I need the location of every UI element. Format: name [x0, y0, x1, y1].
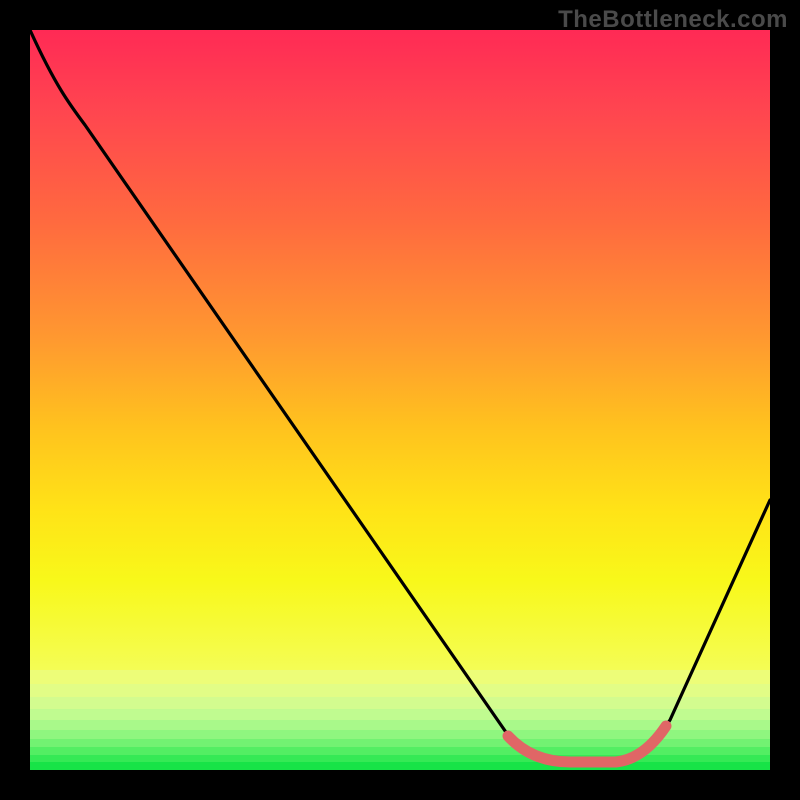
- chart-frame: TheBottleneck.com: [0, 0, 800, 800]
- gradient-background: [30, 30, 770, 770]
- plot-area: [30, 30, 770, 770]
- watermark-text: TheBottleneck.com: [558, 6, 788, 34]
